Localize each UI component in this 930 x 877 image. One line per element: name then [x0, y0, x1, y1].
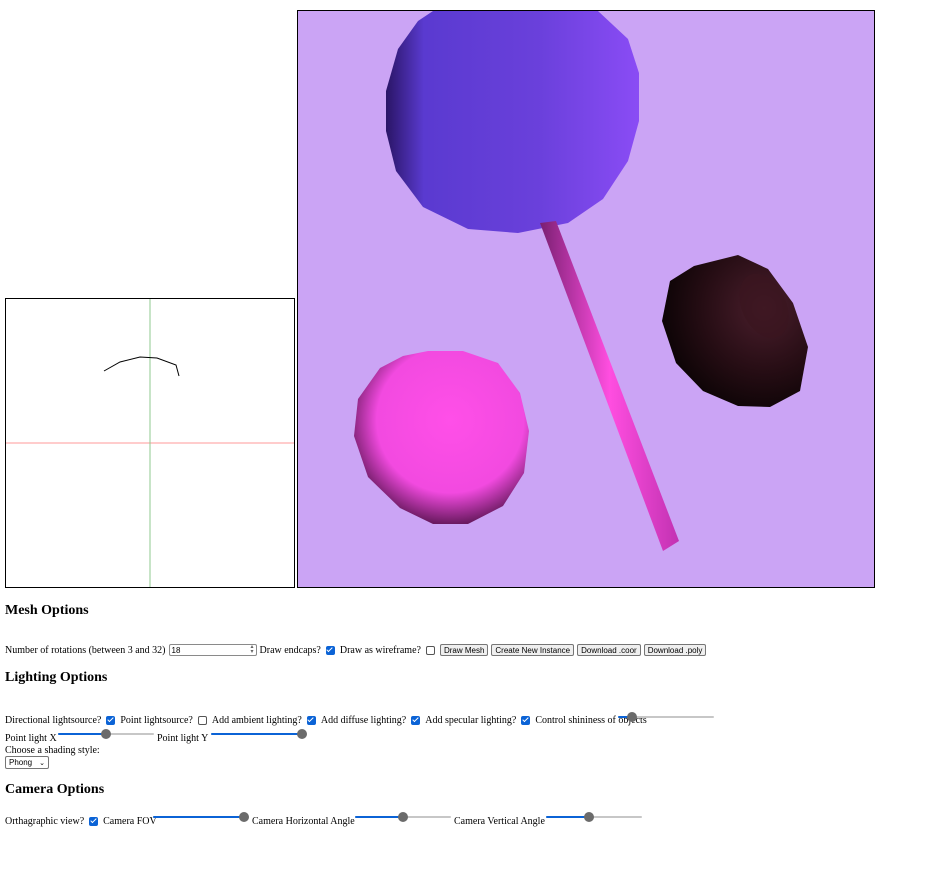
- ortho-label: Orthagraphic view?: [5, 815, 85, 827]
- shading-select[interactable]: Phong ⌄: [5, 756, 49, 769]
- mesh-options-row: Number of rotations (between 3 and 32) 1…: [5, 642, 709, 658]
- download-poly-button[interactable]: Download .poly: [643, 644, 707, 656]
- shading-value: Phong: [9, 758, 33, 767]
- ortho-checkbox[interactable]: [89, 816, 99, 826]
- pink-disc-mesh: [354, 351, 529, 524]
- point-light-y-row: Point light Y: [157, 730, 211, 746]
- spinner-icon[interactable]: ▴ ▾: [251, 644, 254, 655]
- directional-label: Directional lightsource?: [5, 714, 102, 726]
- vert-angle-row: Camera Vertical Angle: [454, 813, 548, 829]
- ambient-checkbox[interactable]: [306, 715, 316, 725]
- shininess-slider[interactable]: [618, 711, 714, 723]
- mesh-options-heading: Mesh Options: [5, 603, 89, 618]
- purple-disc-mesh: [386, 11, 639, 233]
- camera-options-heading: Camera Options: [5, 782, 105, 797]
- scene-svg: [354, 11, 808, 551]
- ambient-label: Add ambient lighting?: [211, 714, 302, 726]
- create-instance-button[interactable]: Create New Instance: [491, 644, 575, 656]
- lighting-checkbox-row: Directional lightsource? Point lightsour…: [5, 712, 650, 728]
- vert-angle-slider[interactable]: [546, 811, 642, 823]
- diffuse-checkbox[interactable]: [411, 715, 421, 725]
- rotations-label: Number of rotations (between 3 and 32): [5, 644, 166, 656]
- horiz-angle-row: Camera Horizontal Angle: [252, 813, 358, 829]
- stick-mesh: [540, 221, 679, 551]
- render-canvas[interactable]: [297, 10, 875, 588]
- horiz-angle-label: Camera Horizontal Angle: [252, 815, 355, 827]
- wireframe-checkbox[interactable]: [425, 645, 435, 655]
- profile-curve: [103, 356, 180, 377]
- specular-label: Add specular lighting?: [425, 714, 517, 726]
- dark-cylinder-mesh: [662, 255, 808, 407]
- point-light-label: Point lightsource?: [120, 714, 193, 726]
- shading-label: Choose a shading style:: [5, 744, 100, 756]
- camera-row: Orthagraphic view? Camera FOV: [5, 813, 160, 829]
- draw-mesh-button[interactable]: Draw Mesh: [439, 644, 489, 656]
- fov-label: Camera FOV: [103, 815, 157, 827]
- download-coor-button[interactable]: Download .coor: [577, 644, 641, 656]
- point-y-label: Point light Y: [157, 732, 209, 744]
- profile-drawing-canvas[interactable]: [5, 298, 295, 588]
- diffuse-label: Add diffuse lighting?: [320, 714, 407, 726]
- directional-checkbox[interactable]: [106, 715, 116, 725]
- point-light-checkbox[interactable]: [197, 715, 207, 725]
- wireframe-label: Draw as wireframe?: [339, 644, 421, 656]
- point-y-slider[interactable]: [211, 728, 308, 740]
- vert-angle-label: Camera Vertical Angle: [454, 815, 545, 827]
- lighting-options-heading: Lighting Options: [5, 670, 108, 685]
- fov-slider[interactable]: [153, 811, 250, 823]
- point-x-slider[interactable]: [58, 728, 154, 740]
- horiz-angle-slider[interactable]: [355, 811, 451, 823]
- chevron-down-icon: ⌄: [39, 759, 45, 767]
- specular-checkbox[interactable]: [521, 715, 531, 725]
- rotations-value: 18: [171, 645, 181, 655]
- rotations-input[interactable]: 18 ▴ ▾: [168, 644, 257, 656]
- endcaps-checkbox[interactable]: [325, 645, 335, 655]
- endcaps-label: Draw endcaps?: [259, 644, 321, 656]
- profile-canvas-svg: [6, 299, 294, 587]
